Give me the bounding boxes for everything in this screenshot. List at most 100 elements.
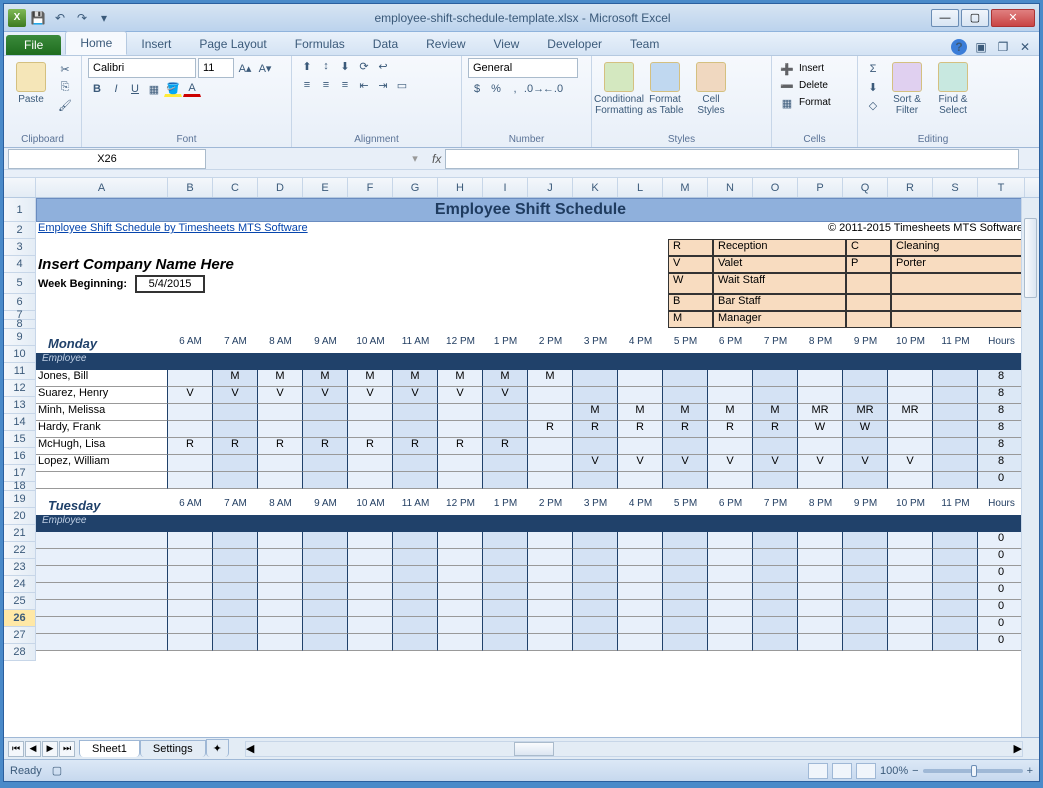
shift-cell[interactable]: [303, 549, 348, 566]
shift-cell[interactable]: [618, 566, 663, 583]
legend-cell[interactable]: Bar Staff: [713, 294, 846, 311]
excel-icon[interactable]: X: [8, 9, 26, 27]
shift-cell[interactable]: [348, 404, 393, 421]
shift-cell[interactable]: V: [888, 455, 933, 472]
shift-cell[interactable]: [483, 455, 528, 472]
row-header-24[interactable]: 24: [4, 576, 36, 593]
hours-cell[interactable]: 8: [978, 370, 1025, 387]
shift-cell[interactable]: [573, 566, 618, 583]
time-header[interactable]: 9 PM: [843, 498, 888, 515]
shift-cell[interactable]: [753, 634, 798, 651]
shift-cell[interactable]: [663, 583, 708, 600]
hours-cell[interactable]: 8: [978, 387, 1025, 404]
shift-cell[interactable]: [348, 600, 393, 617]
time-header[interactable]: 4 PM: [618, 336, 663, 353]
shift-cell[interactable]: [348, 634, 393, 651]
shift-cell[interactable]: V: [753, 455, 798, 472]
merge-cells-icon[interactable]: ▭: [393, 77, 411, 93]
help-icon[interactable]: ?: [951, 39, 967, 55]
shift-cell[interactable]: [303, 600, 348, 617]
shift-cell[interactable]: [798, 549, 843, 566]
legend-cell[interactable]: [891, 294, 1025, 311]
employee-name[interactable]: Lopez, William: [36, 455, 168, 472]
decrease-decimal-icon[interactable]: ←.0: [544, 81, 562, 97]
shift-cell[interactable]: [753, 532, 798, 549]
col-header-O[interactable]: O: [753, 178, 798, 197]
shift-cell[interactable]: [438, 617, 483, 634]
cancel-formula-icon[interactable]: ▾: [406, 151, 424, 167]
shift-cell[interactable]: [708, 634, 753, 651]
autosum-icon[interactable]: Σ: [864, 61, 882, 77]
employee-name[interactable]: [36, 583, 168, 600]
shift-cell[interactable]: [438, 600, 483, 617]
shift-cell[interactable]: [708, 472, 753, 489]
shift-cell[interactable]: [438, 549, 483, 566]
shift-cell[interactable]: [393, 634, 438, 651]
format-as-table-button[interactable]: Format as Table: [644, 58, 686, 116]
decrease-font-icon[interactable]: A▾: [256, 60, 274, 76]
time-header[interactable]: 11 AM: [393, 336, 438, 353]
shift-cell[interactable]: [303, 421, 348, 438]
file-tab[interactable]: File: [6, 35, 61, 55]
maximize-button[interactable]: ▢: [961, 9, 989, 27]
shift-cell[interactable]: [573, 472, 618, 489]
shift-cell[interactable]: [348, 566, 393, 583]
shift-cell[interactable]: [933, 404, 978, 421]
col-header-K[interactable]: K: [573, 178, 618, 197]
shift-cell[interactable]: [303, 617, 348, 634]
align-left-icon[interactable]: ≡: [298, 77, 316, 93]
hours-cell[interactable]: 0: [978, 583, 1025, 600]
time-header[interactable]: 12 PM: [438, 336, 483, 353]
shift-cell[interactable]: V: [258, 387, 303, 404]
shift-cell[interactable]: [573, 549, 618, 566]
shift-cell[interactable]: [213, 421, 258, 438]
shift-cell[interactable]: [258, 532, 303, 549]
shift-cell[interactable]: [888, 387, 933, 404]
shift-cell[interactable]: [213, 634, 258, 651]
shift-cell[interactable]: [528, 404, 573, 421]
shift-cell[interactable]: [753, 566, 798, 583]
copyright-text[interactable]: © 2011-2015 Timesheets MTS Software: [795, 222, 1025, 239]
shift-cell[interactable]: [438, 404, 483, 421]
legend-cell[interactable]: Reception: [713, 239, 846, 256]
vertical-scrollbar[interactable]: [1021, 198, 1039, 737]
page-break-view-button[interactable]: [856, 763, 876, 779]
col-header-D[interactable]: D: [258, 178, 303, 197]
currency-icon[interactable]: $: [468, 81, 486, 97]
shift-cell[interactable]: [393, 600, 438, 617]
col-header-S[interactable]: S: [933, 178, 978, 197]
time-header[interactable]: 9 AM: [303, 498, 348, 515]
zoom-out-button[interactable]: −: [912, 765, 918, 777]
shift-cell[interactable]: R: [618, 421, 663, 438]
row-header-22[interactable]: 22: [4, 542, 36, 559]
shift-cell[interactable]: R: [663, 421, 708, 438]
shift-cell[interactable]: [753, 617, 798, 634]
shift-cell[interactable]: [168, 421, 213, 438]
shift-cell[interactable]: [393, 566, 438, 583]
shift-cell[interactable]: R: [483, 438, 528, 455]
spreadsheet-grid[interactable]: ABCDEFGHIJKLMNOPQRST 1234567891011121314…: [4, 178, 1039, 737]
shift-cell[interactable]: [528, 455, 573, 472]
shift-cell[interactable]: [303, 532, 348, 549]
shift-cell[interactable]: [573, 600, 618, 617]
shift-cell[interactable]: [303, 566, 348, 583]
row-header-25[interactable]: 25: [4, 593, 36, 610]
shift-cell[interactable]: [393, 583, 438, 600]
shift-cell[interactable]: [798, 583, 843, 600]
employee-name[interactable]: [36, 566, 168, 583]
shift-cell[interactable]: R: [573, 421, 618, 438]
row-header-27[interactable]: 27: [4, 627, 36, 644]
shift-cell[interactable]: [213, 404, 258, 421]
employee-name[interactable]: [36, 634, 168, 651]
shift-cell[interactable]: [933, 387, 978, 404]
shift-cell[interactable]: [528, 617, 573, 634]
shift-cell[interactable]: [393, 472, 438, 489]
time-header[interactable]: 9 AM: [303, 336, 348, 353]
shift-cell[interactable]: [708, 387, 753, 404]
time-header[interactable]: 1 PM: [483, 336, 528, 353]
normal-view-button[interactable]: [808, 763, 828, 779]
shift-cell[interactable]: [888, 472, 933, 489]
hours-cell[interactable]: 8: [978, 421, 1025, 438]
col-header-A[interactable]: A: [36, 178, 168, 197]
shift-cell[interactable]: [303, 404, 348, 421]
